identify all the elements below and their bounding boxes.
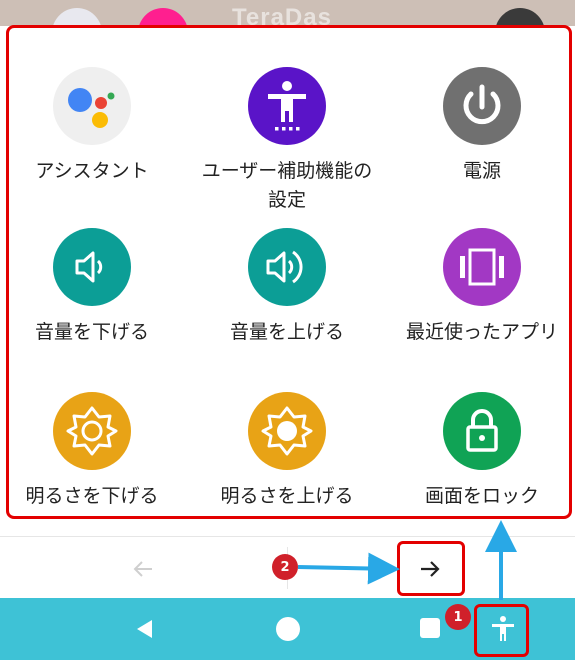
volume-down-icon: [53, 228, 131, 306]
menu-item-volume-up[interactable]: 音量を上げる: [192, 228, 382, 347]
menu-item-label: アシスタント: [35, 160, 149, 182]
menu-item-accessibility-settings[interactable]: ユーザー補助機能の設定: [192, 67, 382, 215]
back-icon[interactable]: [132, 616, 158, 642]
system-navigation-bar: [0, 598, 575, 660]
volume-up-icon: [248, 228, 326, 306]
callout-badge-1: 1: [445, 604, 471, 630]
recents-icon[interactable]: [420, 618, 440, 638]
arrow-left-icon[interactable]: [125, 551, 161, 587]
menu-item-brightness-up[interactable]: 明るさを上げる: [192, 392, 382, 511]
home-icon[interactable]: [276, 617, 300, 641]
menu-item-label: 画面をロック: [424, 485, 539, 507]
power-icon: [443, 67, 521, 145]
menu-item-label: 電源: [462, 160, 501, 182]
menu-item-lock-screen[interactable]: 画面をロック: [387, 392, 575, 511]
recent-apps-icon: [443, 228, 521, 306]
menu-item-volume-down[interactable]: 音量を下げる: [0, 228, 187, 347]
accessibility-settings-icon: [248, 67, 326, 145]
brightness-up-icon: [248, 392, 326, 470]
google-assistant-icon: [53, 67, 131, 145]
menu-item-label: 音量を上げる: [229, 321, 344, 343]
accessibility-icon[interactable]: [488, 613, 518, 645]
arrow-right-icon[interactable]: [412, 551, 448, 587]
menu-item-assistant[interactable]: アシスタント: [0, 67, 187, 186]
menu-item-label: 音量を下げる: [34, 321, 149, 343]
menu-item-label: ユーザー補助機能の設定: [201, 160, 373, 211]
brightness-down-icon: [53, 392, 131, 470]
menu-item-power[interactable]: 電源: [387, 67, 575, 186]
lock-icon: [443, 392, 521, 470]
accessibility-menu-panel: アシスタント ユーザー補助機能の設定 電源 音量を下げる 音量を上げる 最近使っ…: [0, 26, 575, 536]
menu-item-label: 最近使ったアプリ: [405, 321, 558, 343]
menu-item-label: 明るさを下げる: [25, 485, 159, 507]
menu-item-label: 明るさを上げる: [220, 485, 354, 507]
menu-item-recent-apps[interactable]: 最近使ったアプリ: [387, 228, 575, 347]
menu-item-brightness-down[interactable]: 明るさを下げる: [0, 392, 187, 511]
callout-badge-2: 2: [272, 554, 298, 580]
